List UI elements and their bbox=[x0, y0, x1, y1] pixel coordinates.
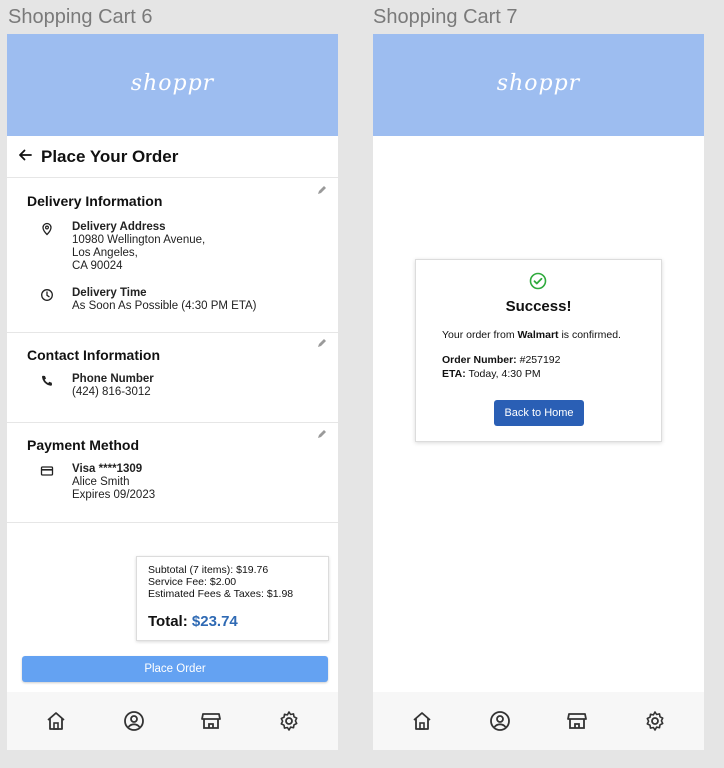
fees-taxes: Estimated Fees & Taxes: $1.98 bbox=[148, 588, 294, 600]
delivery-section: Delivery Information Delivery Address 10… bbox=[7, 178, 338, 333]
card-number: Visa ****1309 bbox=[72, 463, 143, 475]
order-summary: Subtotal (7 items): $19.76 Service Fee: … bbox=[136, 556, 329, 641]
phone-icon bbox=[42, 375, 52, 386]
card-holder: Alice Smith bbox=[72, 476, 130, 488]
success-card: Success! Your order from Walmart is conf… bbox=[415, 259, 662, 442]
eta-label: ETA: bbox=[442, 368, 466, 380]
delivery-address: Delivery Address 10980 Wellington Avenue… bbox=[40, 221, 205, 273]
page-title: Place Your Order bbox=[41, 146, 179, 166]
home-icon[interactable] bbox=[45, 710, 67, 732]
delivery-address-value: 10980 Wellington Avenue, Los Angeles, CA… bbox=[72, 234, 206, 272]
total-value: $23.74 bbox=[191, 613, 238, 630]
location-pin-icon bbox=[42, 222, 52, 236]
phone-number-label: Phone Number bbox=[72, 373, 154, 385]
store-name: Walmart bbox=[517, 329, 559, 341]
contact-section-title: Contact Information bbox=[27, 347, 160, 363]
app-header: shoppr bbox=[373, 34, 704, 136]
confirmation-message: Your order from Walmart is confirmed. bbox=[442, 329, 621, 341]
total-label: Total: bbox=[148, 613, 188, 630]
store-icon[interactable] bbox=[566, 710, 588, 732]
profile-icon[interactable] bbox=[489, 710, 511, 732]
delivery-time-value: As Soon As Possible (4:30 PM ETA) bbox=[72, 300, 257, 312]
card-expiry: Expires 09/2023 bbox=[72, 489, 156, 501]
settings-icon[interactable] bbox=[278, 710, 300, 732]
bottom-nav bbox=[7, 692, 338, 750]
success-title: Success! bbox=[505, 298, 572, 315]
credit-card-icon bbox=[40, 466, 54, 476]
payment-card: Visa ****1309 Alice Smith Expires 09/202… bbox=[40, 463, 155, 502]
confirm-suffix: is confirmed. bbox=[558, 329, 621, 341]
settings-icon[interactable] bbox=[644, 710, 666, 732]
bottom-nav bbox=[373, 692, 704, 750]
phone-number: Phone Number (424) 816-3012 bbox=[40, 373, 154, 399]
edit-pencil-icon[interactable] bbox=[316, 337, 328, 349]
frame-title-cart-6: Shopping Cart 6 bbox=[8, 6, 153, 28]
phone-number-value: (424) 816-3012 bbox=[72, 386, 151, 398]
eta-value: Today, 4:30 PM bbox=[465, 368, 541, 380]
back-arrow-icon[interactable] bbox=[17, 147, 33, 166]
subtotal: Subtotal (7 items): $19.76 bbox=[148, 564, 269, 576]
place-order-screen: shoppr Place Your Order Delivery Informa… bbox=[7, 34, 338, 750]
profile-icon[interactable] bbox=[123, 710, 145, 732]
clock-icon bbox=[41, 289, 53, 301]
shoppr-logo: shoppr bbox=[130, 70, 215, 96]
confirm-prefix: Your order from bbox=[442, 329, 518, 341]
edit-pencil-icon[interactable] bbox=[316, 184, 328, 196]
payment-section: Payment Method Visa ****1309 Alice Smith… bbox=[7, 423, 338, 523]
check-circle-icon bbox=[529, 272, 547, 290]
payment-section-title: Payment Method bbox=[27, 437, 140, 453]
shoppr-logo: shoppr bbox=[496, 70, 581, 96]
app-header: shoppr bbox=[7, 34, 338, 136]
service-fee: Service Fee: $2.00 bbox=[148, 576, 237, 588]
edit-pencil-icon[interactable] bbox=[316, 428, 328, 440]
order-total: Total: $23.74 bbox=[148, 613, 328, 630]
order-success-screen: shoppr Success! Your order from Walmart … bbox=[373, 34, 704, 750]
home-icon[interactable] bbox=[411, 710, 433, 732]
frame-title-cart-7: Shopping Cart 7 bbox=[373, 6, 518, 28]
place-order-button[interactable]: Place Order bbox=[22, 656, 328, 682]
order-number-value: #257192 bbox=[516, 354, 561, 366]
page-header: Place Your Order bbox=[7, 136, 338, 178]
store-icon[interactable] bbox=[200, 710, 222, 732]
back-to-home-button[interactable]: Back to Home bbox=[494, 400, 584, 426]
order-details: Order Number: #257192 ETA: Today, 4:30 P… bbox=[442, 353, 560, 381]
delivery-section-title: Delivery Information bbox=[27, 193, 163, 209]
delivery-time: Delivery Time As Soon As Possible (4:30 … bbox=[40, 287, 257, 313]
contact-section: Contact Information Phone Number (424) 8… bbox=[7, 333, 338, 423]
delivery-address-label: Delivery Address bbox=[72, 221, 166, 233]
delivery-time-label: Delivery Time bbox=[72, 287, 147, 299]
order-number-label: Order Number: bbox=[442, 354, 517, 366]
